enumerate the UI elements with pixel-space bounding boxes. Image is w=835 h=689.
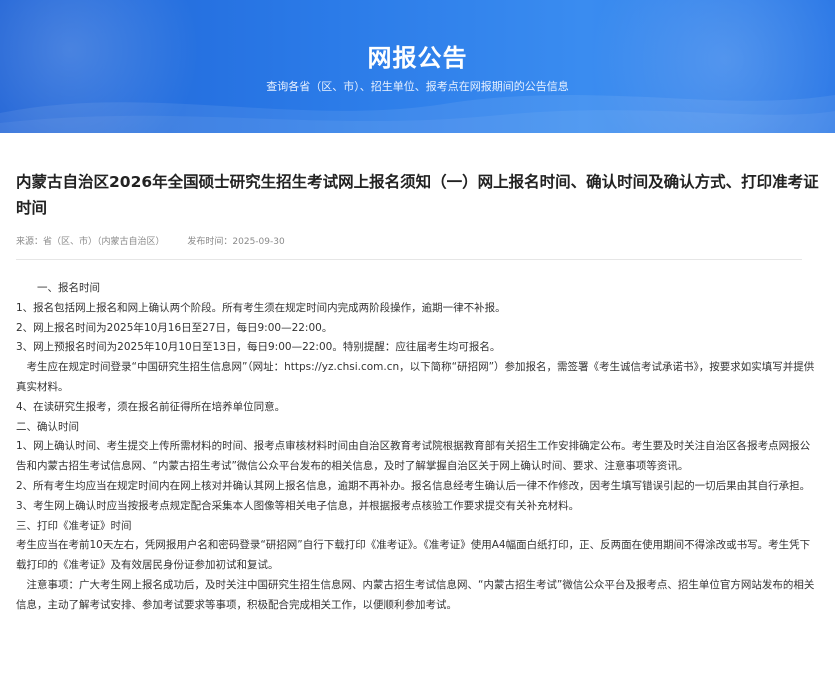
paragraph: 1、网上确认时间、考生提交上传所需材料的时间、报考点审核材料时间由自治区教育考试… bbox=[16, 440, 811, 473]
paragraph: 3、考生网上确认时应当按报考点规定配合采集本人图像等相关电子信息，并根据报考点核… bbox=[16, 499, 580, 512]
article-title: 内蒙古自治区2026年全国硕士研究生招生考试网上报名须知（一）网上报名时间、确认… bbox=[16, 173, 819, 217]
article-publish-time: 发布时间：2025-09-30 bbox=[187, 237, 285, 247]
banner-subtitle: 查询各省（区、市）、招生单位、报考点在网报期间的公告信息 bbox=[266, 80, 569, 93]
paragraph: 1、报名包括网上报名和网上确认两个阶段。所有考生须在规定时间内完成两阶段操作，逾… bbox=[16, 301, 506, 314]
section-heading: 三、打印《准考证》时间 bbox=[16, 519, 132, 532]
paragraph: 2、网上报名时间为2025年10月16日至27日，每日9:00—22:00。 bbox=[16, 321, 333, 334]
banner-title: 网报公告 bbox=[367, 44, 468, 72]
paragraph: 注意事项：广大考生网上报名成功后，及时关注中国研究生招生信息网、内蒙古招生考试信… bbox=[16, 578, 815, 611]
section-heading: 一、报名时间 bbox=[37, 282, 100, 294]
banner: 网报公告 查询各省（区、市）、招生单位、报考点在网报期间的公告信息 bbox=[0, 0, 835, 133]
paragraph: 考生应当在考前10天左右，凭网报用户名和密码登录“研招网”自行下载打印《准考证》… bbox=[16, 539, 811, 572]
article: 内蒙古自治区2026年全国硕士研究生招生考试网上报名须知（一）网上报名时间、确认… bbox=[0, 169, 835, 616]
article-body: 一、报名时间 1、报名包括网上报名和网上确认两个阶段。所有考生须在规定时间内完成… bbox=[16, 279, 819, 616]
divider bbox=[16, 259, 802, 260]
paragraph: 3、网上预报名时间为2025年10月10日至13日，每日9:00—22:00。特… bbox=[16, 341, 501, 354]
paragraph: 2、所有考生均应当在规定时间内在网上核对并确认其网上报名信息，逾期不再补办。报名… bbox=[16, 479, 811, 492]
article-meta: 来源：省（区、市）（内蒙古自治区） 发布时间：2025-09-30 bbox=[16, 234, 819, 247]
paragraph: 考生应在规定时间登录“中国研究生招生信息网”（网址：https://yz.chs… bbox=[16, 361, 815, 393]
paragraph: 4、在读研究生报考，须在报名前征得所在培养单位同意。 bbox=[16, 400, 286, 413]
section-heading: 二、确认时间 bbox=[16, 420, 79, 433]
article-source: 来源：省（区、市）（内蒙古自治区） bbox=[16, 237, 165, 247]
